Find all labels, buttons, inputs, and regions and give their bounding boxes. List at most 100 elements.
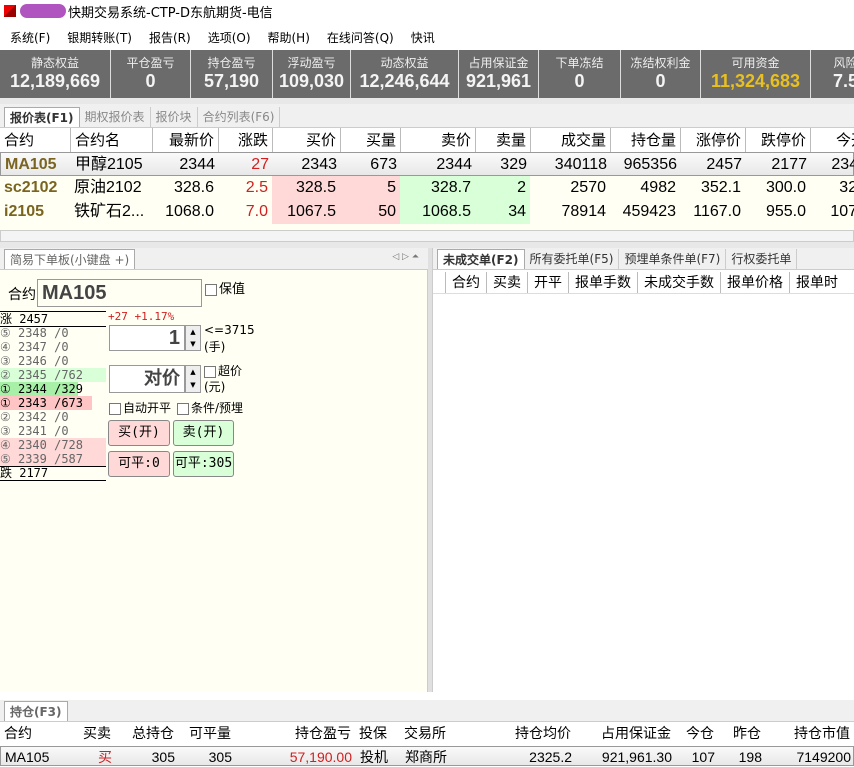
quote-header-cell[interactable]: 涨停价 [680, 128, 745, 152]
quote-cell: 328.5 [272, 176, 340, 200]
quote-row[interactable]: MA105 甲醇2105 2344 27 2343 673 2344 329 340118 965… [0, 152, 854, 176]
quote-header-cell[interactable]: 卖量 [475, 128, 530, 152]
close-sell-button[interactable]: 可平:305 [173, 451, 234, 477]
orders-header-cell[interactable]: 未成交手数 [637, 272, 720, 293]
quote-header-cell[interactable]: 买量 [340, 128, 400, 152]
quote-row[interactable]: sc2102 原油2102 328.6 2.5 328.5 5 328.7 2 2570 4982… [0, 176, 854, 200]
orders-tab[interactable]: 所有委托单(F5) [525, 249, 620, 269]
quote-cell: 34 [475, 200, 530, 224]
over-price-checkbox[interactable]: 超价 [204, 362, 242, 379]
positions-header-cell[interactable]: 交易所 [400, 722, 500, 746]
quote-header-cell[interactable]: 合约 [0, 128, 70, 152]
quote-header-cell[interactable]: 合约名 [70, 128, 152, 152]
quote-header-cell[interactable]: 持仓量 [610, 128, 680, 152]
quote-cell: 2570 [570, 179, 606, 196]
positions-header-cell[interactable]: 持仓均价 [500, 722, 575, 746]
position-cell: 57,190.00 [289, 749, 352, 765]
tab-simple-order[interactable]: 简易下单板(小键盘 +) [4, 249, 136, 269]
bid-level[interactable]: ③ 2341 /0 [0, 424, 106, 438]
bid-level[interactable]: ② 2342 /0 [0, 410, 106, 424]
position-cell: 305 [151, 749, 175, 765]
buy-open-button[interactable]: 买(开) [108, 420, 170, 446]
menu-item[interactable]: 银期转账(T) [57, 29, 139, 46]
orders-tab[interactable]: 预埋单条件单(F7) [619, 249, 727, 269]
quote-header-cell[interactable]: 最新价 [152, 128, 218, 152]
positions-header-cell[interactable]: 持仓市值 [765, 722, 854, 746]
positions-header-cell[interactable]: 合约 [0, 722, 60, 746]
sell-open-button[interactable]: 卖(开) [173, 420, 234, 446]
quote-cell: 2343 [301, 156, 337, 173]
bid-level[interactable]: ④ 2340 /728 [0, 438, 106, 452]
quote-header-cell[interactable]: 跌停价 [745, 128, 810, 152]
positions-tabs: 持仓(F3) [0, 700, 854, 722]
orders-tab[interactable]: 行权委托单 [726, 249, 798, 269]
panel-nav-icons[interactable]: ◁ ▷ ⏶ [392, 252, 419, 262]
positions-header-cell[interactable]: 投保 [355, 722, 400, 746]
hedge-checkbox[interactable]: 保值 [205, 278, 245, 297]
menu-item[interactable]: 报告(R) [139, 29, 198, 46]
orders-header-cell[interactable]: 合约 [445, 272, 486, 293]
orders-tab[interactable]: 未成交单(F2) [437, 249, 525, 269]
menu-item[interactable]: 在线问答(Q) [317, 29, 401, 46]
quote-cell: 5 [340, 176, 400, 200]
hedge-label: 保值 [219, 282, 246, 297]
price-stepper[interactable]: ▲ ▼ [185, 365, 201, 393]
quantity-input[interactable]: 1 [109, 325, 185, 351]
ask-level[interactable]: ① 2344 /329 [0, 382, 83, 396]
ask-level[interactable]: ② 2345 /762 [0, 368, 106, 382]
menu-item[interactable]: 系统(F) [0, 29, 57, 46]
quote-cell: 原油2102 [74, 179, 142, 196]
position-cell: 305 [208, 749, 232, 765]
quote-header-cell[interactable]: 今开 [810, 128, 854, 152]
positions-header-cell[interactable]: 占用保证金 [575, 722, 675, 746]
quote-row[interactable]: i2105 铁矿石2... 1068.0 7.0 1067.5 50 1068.5 34 789… [0, 200, 854, 224]
orders-header-cell[interactable]: 开平 [527, 272, 568, 293]
bid-level[interactable]: ① 2343 /673 [0, 396, 92, 410]
bid-level[interactable]: ⑤ 2339 /587 [0, 452, 106, 466]
stat-1: 平仓盈亏 0 [110, 50, 190, 98]
positions-header-cell[interactable]: 可平量 [178, 722, 235, 746]
positions-header-cell[interactable]: 持仓盈亏 [235, 722, 355, 746]
quote-header-cell[interactable]: 卖价 [400, 128, 475, 152]
horizontal-scrollbar[interactable] [0, 230, 854, 242]
orders-header-cell[interactable]: 报单价格 [720, 272, 789, 293]
orders-header-cell[interactable]: 报单时 [789, 272, 844, 293]
ask-level[interactable]: ⑤ 2348 /0 [0, 326, 106, 340]
tab-positions[interactable]: 持仓(F3) [4, 701, 68, 721]
menu-item[interactable]: 帮助(H) [258, 29, 317, 46]
quote-header-cell[interactable]: 成交量 [530, 128, 610, 152]
quote-cell: 2344 [436, 156, 472, 173]
close-buy-button[interactable]: 可平:0 [108, 451, 170, 477]
positions-header-cell[interactable]: 昨仓 [718, 722, 765, 746]
quantity-stepper[interactable]: ▲ ▼ [185, 325, 201, 351]
positions-header-cell[interactable]: 买卖 [60, 722, 115, 746]
stat-label: 持仓盈亏 [207, 56, 256, 70]
positions-header-cell[interactable]: 总持仓 [115, 722, 178, 746]
stat-0: 静态权益 12,189,669 [0, 50, 110, 98]
price-input[interactable]: 对价 [109, 365, 185, 393]
app-logo-icon [4, 5, 16, 17]
quote-header-cell[interactable]: 涨跌 [218, 128, 272, 152]
quote-header-cell[interactable]: 买价 [272, 128, 340, 152]
quote-cell: 甲醇2105 [75, 156, 143, 173]
menu-item[interactable]: 选项(O) [198, 29, 258, 46]
quote-cell: 铁矿石2... [74, 203, 145, 220]
conditional-checkbox[interactable]: 条件/预埋 [177, 399, 243, 416]
position-row[interactable]: MA105 买 305 305 57,190.00 投机 郑商所 2325.2 921,961.… [0, 746, 854, 766]
ask-level[interactable]: ④ 2347 /0 [0, 340, 106, 354]
orders-header-cell[interactable]: 买卖 [486, 272, 527, 293]
ask-level[interactable]: ③ 2346 /0 [0, 354, 106, 368]
stat-value: 0 [655, 71, 666, 91]
quote-cell: 50 [340, 200, 400, 224]
positions-header-cell[interactable]: 今仓 [675, 722, 718, 746]
menu-item[interactable]: 快讯 [401, 29, 442, 46]
contract-input[interactable]: MA105 [37, 279, 202, 307]
quote-tab[interactable]: 报价表(F1) [4, 107, 80, 127]
quote-tab[interactable]: 期权报价表 [80, 107, 151, 127]
orders-header-cell[interactable]: 报单手数 [568, 272, 637, 293]
quote-cell: 1167.0 [693, 203, 741, 220]
order-panel: 简易下单板(小键盘 +) ◁ ▷ ⏶ 合约 MA105 保值 +27 +1.17… [0, 248, 428, 692]
quote-tab[interactable]: 合约列表(F6) [198, 107, 281, 127]
auto-open-close-checkbox[interactable]: 自动开平 [109, 399, 171, 416]
quote-tab[interactable]: 报价块 [151, 107, 198, 127]
